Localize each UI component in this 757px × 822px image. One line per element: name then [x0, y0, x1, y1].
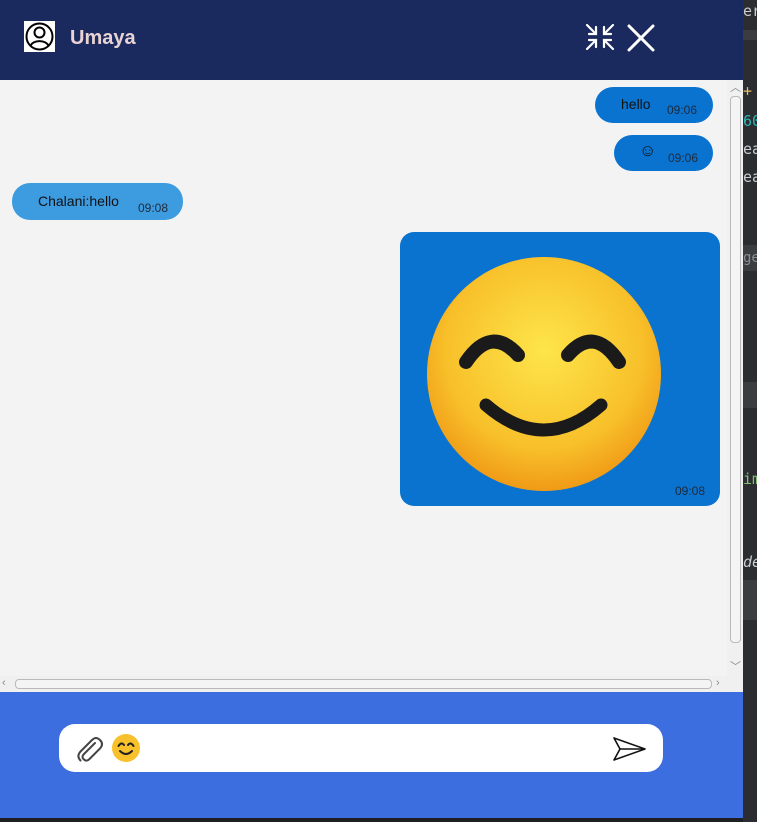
- minimize-button[interactable]: [584, 22, 616, 52]
- scroll-down-arrow-icon[interactable]: ﹀: [730, 662, 741, 673]
- scroll-right-arrow-icon[interactable]: ›: [716, 678, 720, 689]
- message-time: 09:06: [667, 103, 698, 117]
- message-text: ☺: [639, 141, 657, 160]
- horizontal-scroll-thumb[interactable]: [15, 679, 712, 689]
- message-time: 09:08: [675, 484, 706, 498]
- ide-text-fragment: ge: [743, 250, 757, 266]
- message-time: 09:06: [668, 151, 699, 165]
- message-input[interactable]: [151, 732, 595, 766]
- ide-text-fragment: ea: [743, 140, 757, 158]
- scroll-corner: [727, 676, 743, 692]
- send-button[interactable]: [612, 736, 648, 762]
- scroll-up-arrow-icon[interactable]: ︿: [730, 83, 741, 94]
- chat-window: Umaya hello 09:06 ☺ 09:06 Chalani:hello …: [0, 0, 743, 818]
- sent-image-message[interactable]: 09:08: [400, 232, 720, 506]
- horizontal-scrollbar[interactable]: ‹ ›: [0, 676, 727, 692]
- chat-header: Umaya: [0, 0, 743, 80]
- ide-text-fragment: +: [743, 82, 753, 100]
- message-composer: [0, 692, 743, 818]
- smiling-face-emoji-icon: [112, 734, 140, 762]
- message-input-box: [59, 724, 663, 772]
- send-arrow-icon: [613, 737, 646, 761]
- user-avatar-icon[interactable]: [24, 21, 55, 52]
- ide-text-fragment: 60: [743, 112, 757, 130]
- message-text: Chalani:hello: [38, 193, 119, 209]
- received-message-bubble[interactable]: Chalani:hello 09:08: [12, 183, 183, 220]
- attach-button[interactable]: [73, 734, 105, 764]
- close-button[interactable]: [625, 22, 657, 54]
- vertical-scroll-thumb[interactable]: [730, 96, 741, 643]
- emoji-button[interactable]: [111, 733, 141, 763]
- close-icon: [627, 24, 655, 52]
- message-text: hello: [621, 96, 651, 112]
- message-list[interactable]: hello 09:06 ☺ 09:06 Chalani:hello 09:08: [0, 80, 727, 676]
- background-ide-window: er + 60 ea ea ge im de: [743, 0, 757, 822]
- ide-text-fragment: de: [743, 553, 757, 571]
- message-time: 09:08: [138, 201, 169, 215]
- scroll-left-arrow-icon[interactable]: ‹: [2, 678, 6, 689]
- ide-text-fragment: im: [743, 470, 757, 488]
- contact-name: Umaya: [70, 27, 136, 49]
- vertical-scrollbar[interactable]: ︿ ﹀: [727, 80, 743, 676]
- sent-message-bubble[interactable]: ☺ 09:06: [614, 135, 713, 171]
- ide-text-fragment: er: [743, 2, 757, 20]
- sent-message-bubble[interactable]: hello 09:06: [595, 87, 713, 123]
- smiling-face-emoji: [427, 257, 661, 491]
- ide-text-fragment: ea: [743, 168, 757, 186]
- collapse-arrows-icon: [585, 23, 615, 51]
- paperclip-icon: [77, 737, 103, 762]
